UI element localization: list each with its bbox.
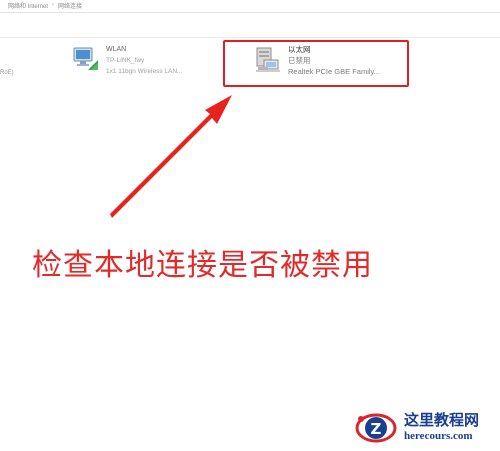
highlight-box xyxy=(223,40,409,87)
command-bar xyxy=(0,13,500,38)
adapter-name: WLAN xyxy=(106,46,127,53)
adapter-wlan[interactable]: WLAN TP-LINK_fwy 1x1 11bgn Wireless LAN.… xyxy=(72,44,182,77)
annotation-text: 检查本地连接是否被禁用 xyxy=(32,248,373,283)
network-connections-window: 网络和 Internet › 网络连接 RoE) WLAN TP-LINK_fw… xyxy=(0,0,500,451)
watermark-title: 这里教程网 xyxy=(404,411,480,429)
site-logo-icon: Z xyxy=(355,413,397,443)
adapter-status: TP-LINK_fwy xyxy=(106,57,145,64)
wifi-adapter-icon xyxy=(72,44,100,74)
watermark-url: herecours.com xyxy=(404,430,473,442)
breadcrumb: 网络和 Internet › 网络连接 xyxy=(8,0,82,10)
breadcrumb-item-network[interactable]: 网络和 Internet xyxy=(8,1,48,10)
breadcrumb-separator: › xyxy=(52,2,55,8)
partial-adapter-label: RoE) xyxy=(0,70,14,76)
address-bar[interactable]: 网络和 Internet › 网络连接 xyxy=(0,0,500,13)
svg-text:Z: Z xyxy=(371,420,382,438)
adapter-device: 1x1 11bgn Wireless LAN... xyxy=(106,68,183,75)
breadcrumb-item-connections[interactable]: 网络连接 xyxy=(58,1,82,10)
watermark: Z 这里教程网 herecours.com xyxy=(352,405,500,451)
